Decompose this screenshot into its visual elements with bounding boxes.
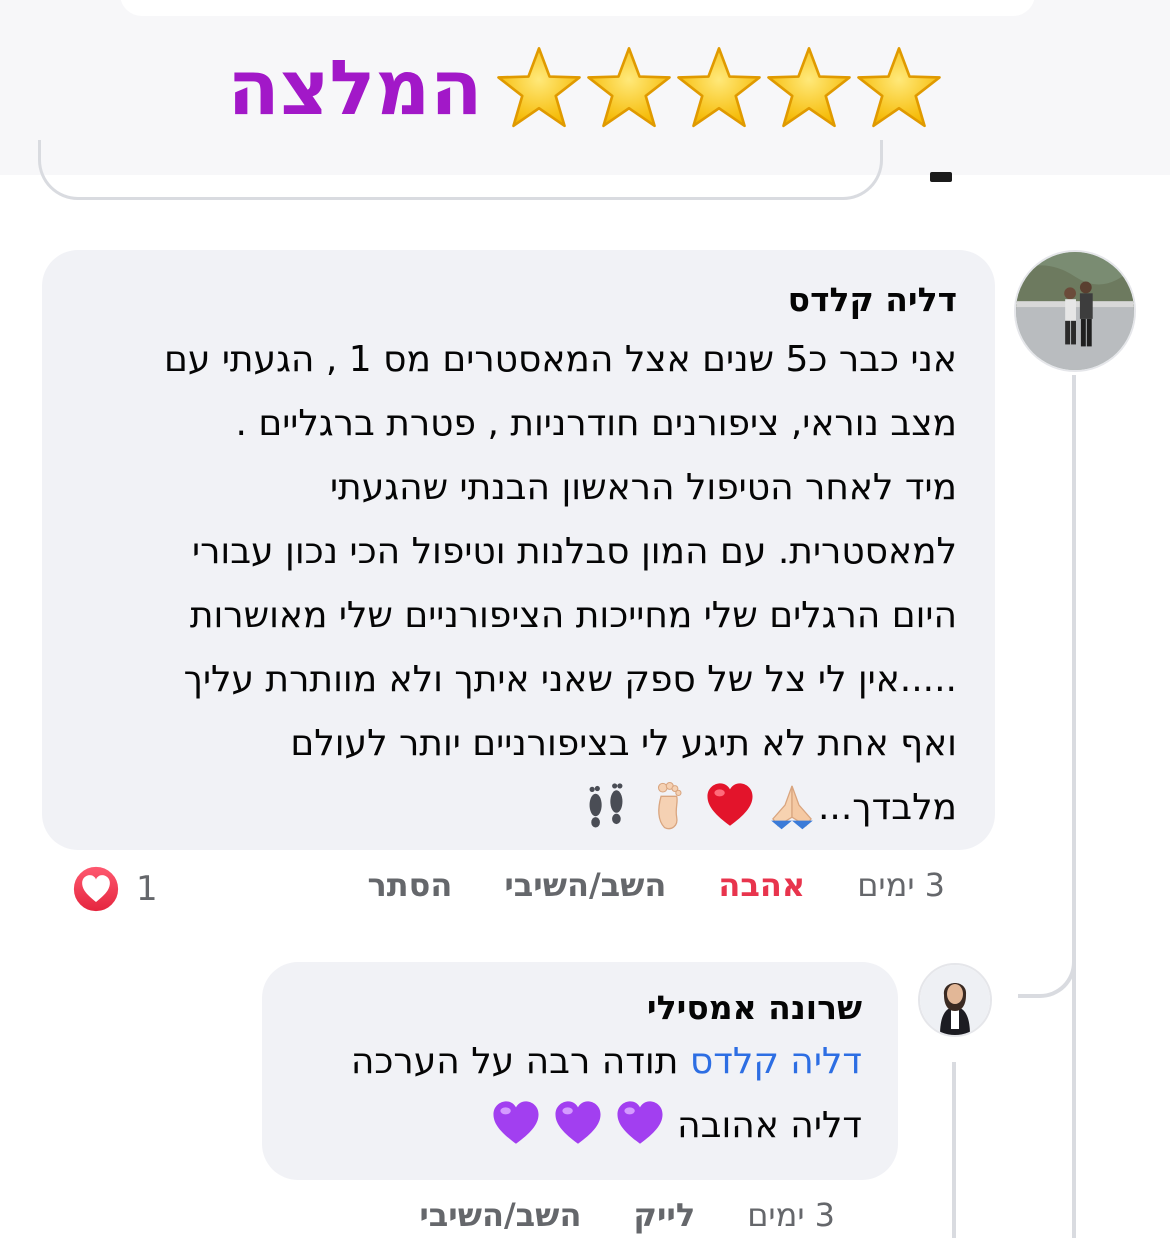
like-button[interactable]: לייק	[633, 1196, 695, 1234]
mention-link[interactable]: דליה קלדס	[690, 1041, 862, 1082]
reply-line-1: תודה רבה על הערכה	[350, 1041, 690, 1082]
reply-bubble: שרונה אמסילי דליה קלדס תודה רבה על הערכה…	[262, 962, 898, 1180]
previous-card-edge	[120, 0, 1035, 16]
comment-author[interactable]: דליה קלדס	[72, 278, 957, 322]
star-icon	[495, 44, 583, 132]
purple-heart-emoji	[614, 1097, 666, 1149]
comment-body: אני כבר כ5 שנים אצל המאסטרים מס 1 , הגעת…	[163, 339, 957, 828]
reaction-summary[interactable]: 1	[70, 863, 158, 915]
reply-actions: 3 ימים לייק השב/השיבי	[419, 1196, 835, 1234]
folded-hands-emoji	[766, 779, 818, 831]
red-heart-emoji	[704, 779, 756, 831]
star-icon	[585, 44, 673, 132]
avatar[interactable]	[918, 963, 992, 1037]
reply-thread-line	[952, 1062, 956, 1238]
avatar[interactable]	[1014, 250, 1136, 372]
foot-emoji	[642, 779, 694, 831]
hide-button[interactable]: הסתר	[367, 866, 452, 904]
comment-text: אני כבר כ5 שנים אצל המאסטרים מס 1 , הגעת…	[72, 328, 957, 840]
reply-button[interactable]: השב/השיבי	[419, 1196, 581, 1234]
reaction-count: 1	[136, 869, 158, 909]
banner-title: המלצה	[227, 43, 483, 132]
star-icon	[765, 44, 853, 132]
reply-text: דליה קלדס תודה רבה על הערכה דליה אהובה	[292, 1030, 862, 1158]
purple-heart-emoji	[490, 1097, 542, 1149]
reply-line-2: דליה אהובה	[677, 1105, 862, 1146]
comment-bubble: דליה קלדס אני כבר כ5 שנים אצל המאסטרים מ…	[42, 250, 995, 850]
love-reaction-button[interactable]: אהבה	[718, 866, 805, 904]
footprints-emoji	[580, 779, 632, 831]
love-reaction-icon	[70, 863, 122, 915]
star-icon	[855, 44, 943, 132]
previous-comment-mark	[930, 172, 952, 182]
star-icon	[675, 44, 763, 132]
reply-time[interactable]: 3 ימים	[747, 1196, 835, 1234]
thread-line	[1072, 375, 1076, 1238]
reply-author[interactable]: שרונה אמסילי	[292, 986, 862, 1030]
previous-comment-edge	[38, 140, 883, 200]
comment-time[interactable]: 3 ימים	[857, 866, 945, 904]
reply-button[interactable]: השב/השיבי	[504, 866, 666, 904]
comment-actions: 3 ימים אהבה השב/השיבי הסתר	[367, 866, 945, 904]
purple-heart-emoji	[552, 1097, 604, 1149]
star-rating	[495, 44, 943, 132]
thread-connector	[1018, 940, 1076, 998]
banner-row: המלצה	[0, 28, 1170, 148]
